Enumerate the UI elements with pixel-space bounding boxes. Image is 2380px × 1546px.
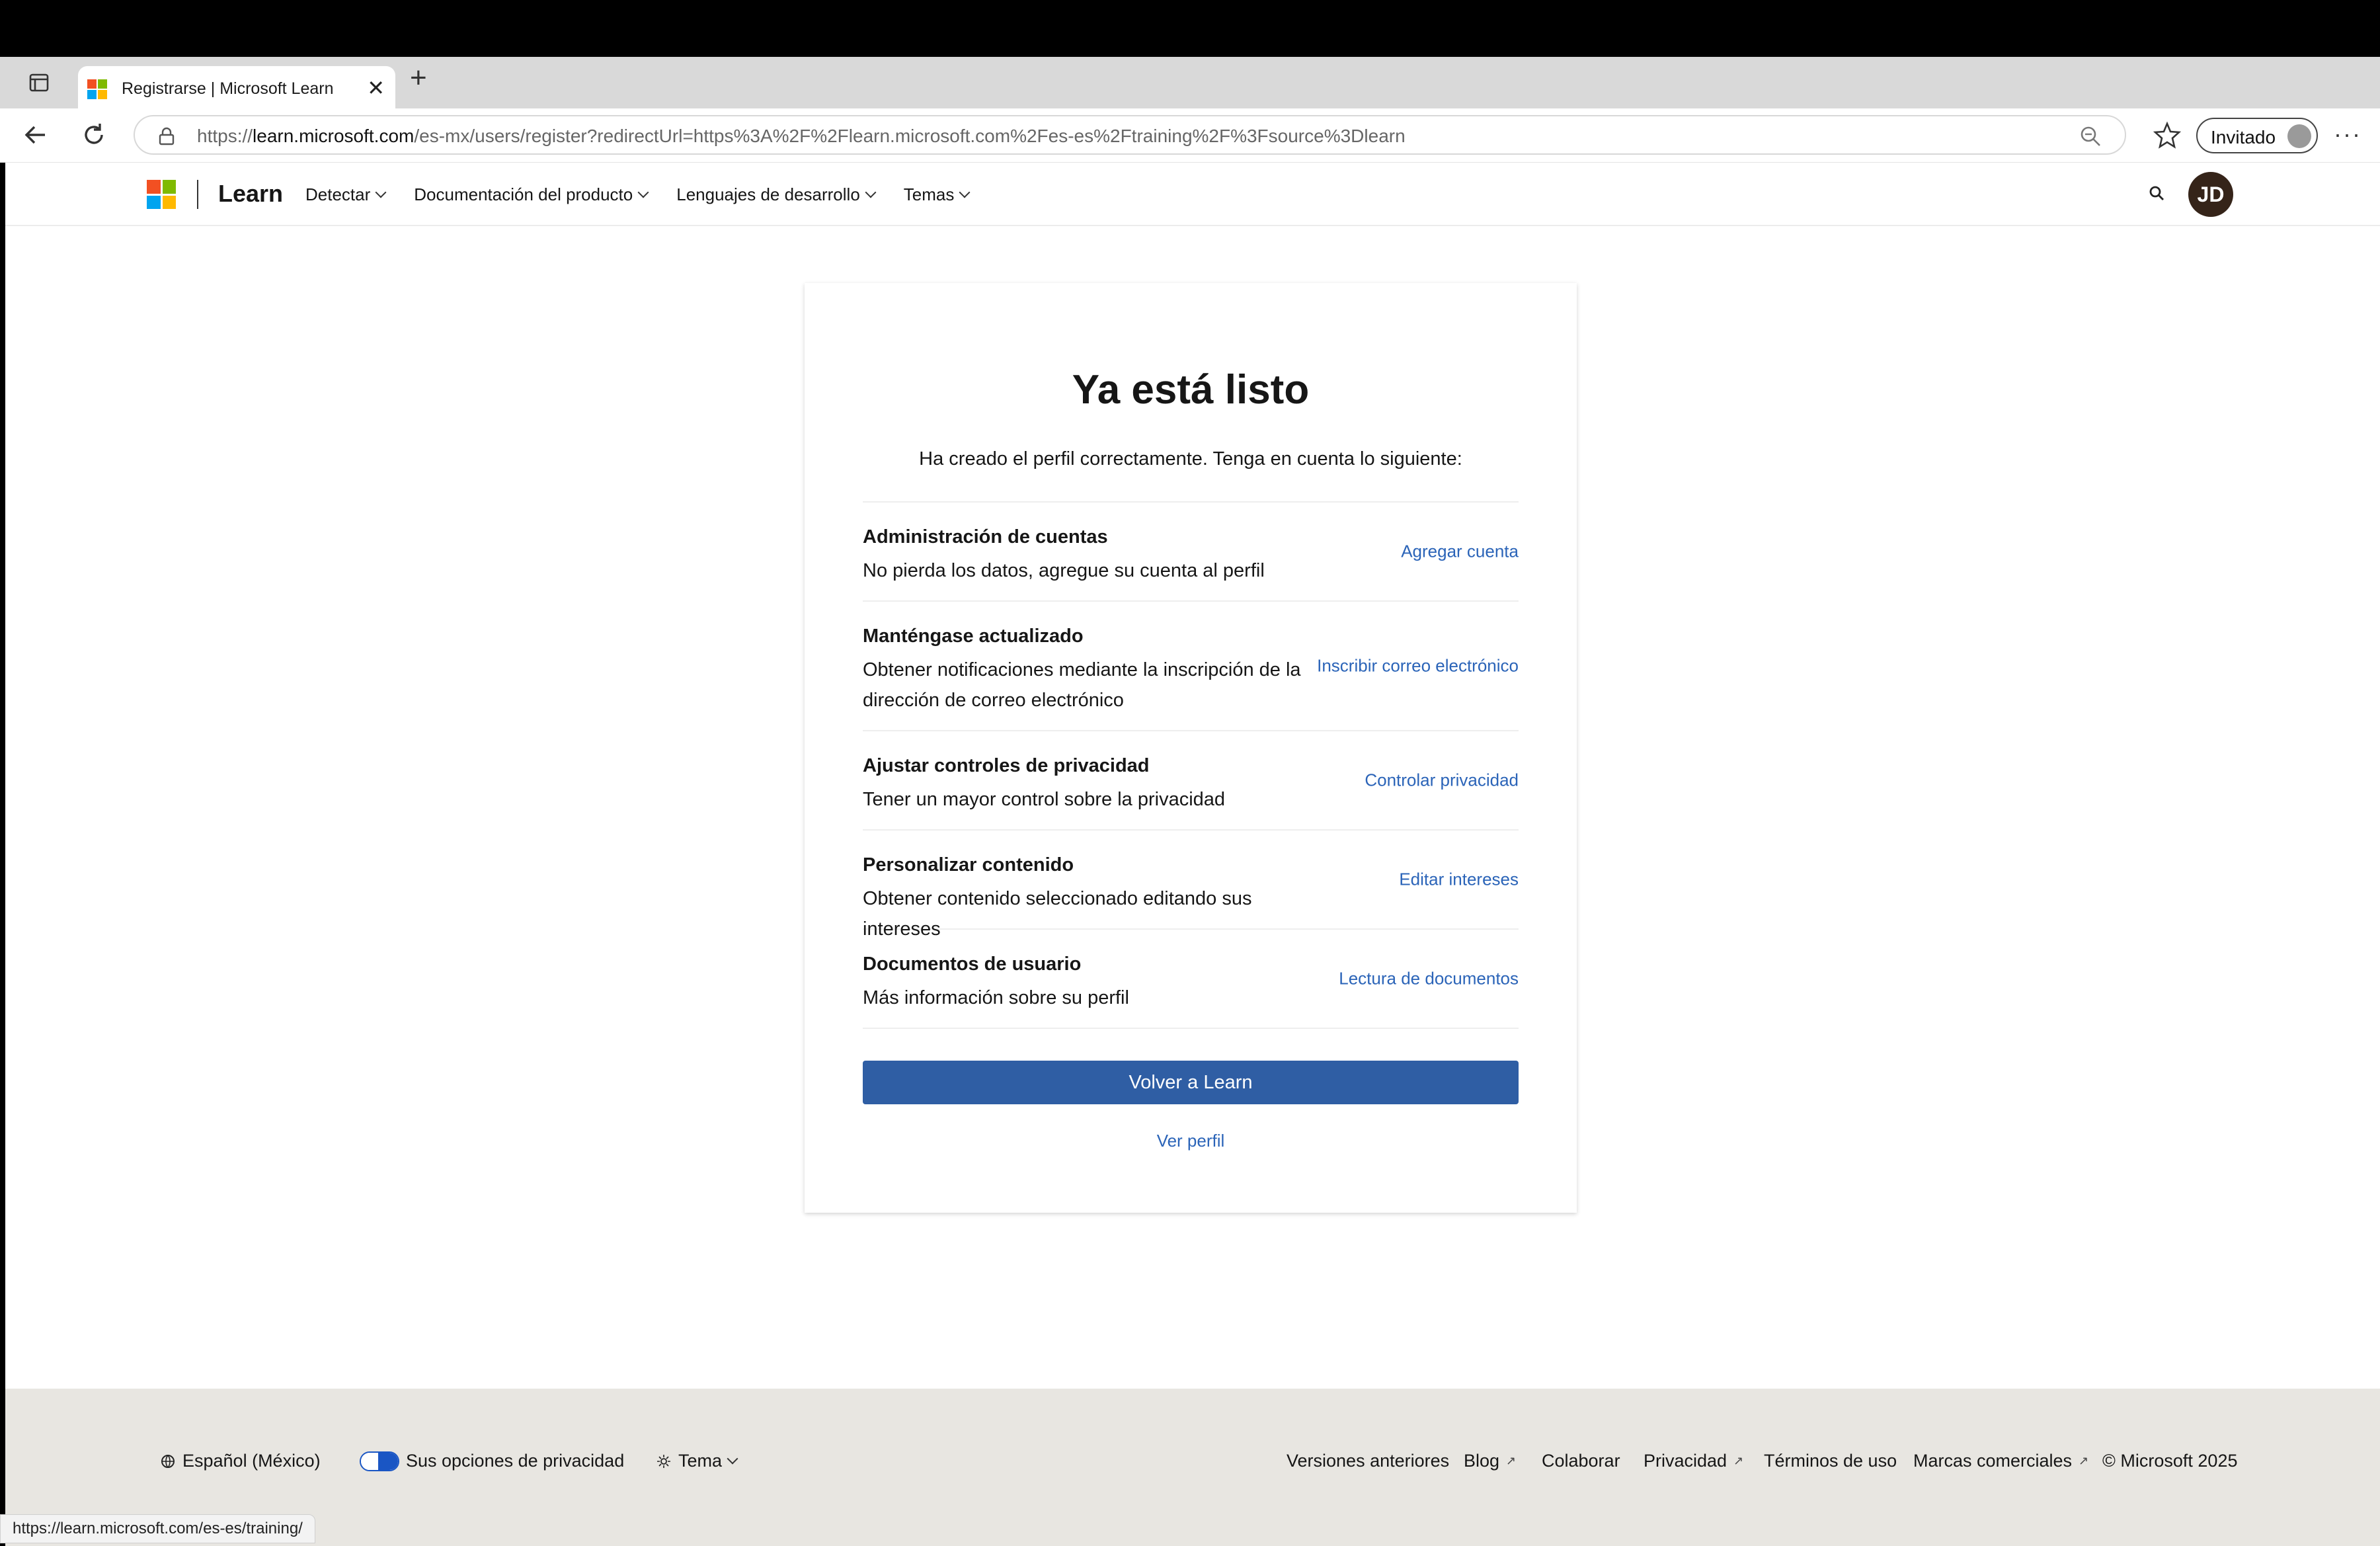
nav-item-documentacion[interactable]: Documentación del producto [414,184,649,205]
logo-divider [197,180,198,209]
edit-interests-link[interactable]: Editar intereses [1399,870,1519,890]
footer-link-terms[interactable]: Términos de uso [1764,1451,1897,1471]
favorites-star-icon[interactable] [2153,120,2182,149]
footer-link-previous-versions[interactable]: Versiones anteriores [1287,1451,1449,1471]
globe-icon [161,1454,175,1468]
site-header: Learn Detectar Documentación del product… [5,163,2380,226]
link-hover-status: https://learn.microsoft.com/es-es/traini… [0,1514,315,1543]
microsoft-logo-icon[interactable] [147,180,176,209]
privacy-toggle-icon [360,1451,399,1471]
site-footer: Español (México) Sus opciones de privaci… [5,1389,2380,1546]
web-page: Learn Detectar Documentación del product… [5,163,2380,1546]
url-input[interactable]: https://learn.microsoft.com/es-mx/users/… [134,115,2126,155]
nav-item-lenguajes[interactable]: Lenguajes de desarrollo [676,184,877,205]
guest-avatar-icon [2287,124,2311,148]
microsoft-favicon-icon [87,79,107,99]
search-icon[interactable] [2147,184,2167,204]
theme-selector[interactable]: Tema [656,1451,738,1471]
list-item: Ajustar controles de privacidad Tener un… [863,731,1519,831]
user-avatar[interactable]: JD [2188,172,2233,217]
tab-actions-icon[interactable] [28,71,50,94]
list-item: Manténgase actualizado Obtener notificac… [863,602,1519,731]
sun-icon [657,1454,670,1468]
footer-link-trademarks[interactable]: Marcas comerciales ↗ [1913,1451,2088,1471]
external-link-icon: ↗ [1506,1454,1517,1467]
lock-icon[interactable] [159,127,175,145]
privacy-controls-link[interactable]: Controlar privacidad [1365,770,1519,791]
copyright-text: © Microsoft 2025 [2102,1451,2238,1471]
view-profile-link[interactable]: Ver perfil [805,1131,1577,1151]
external-link-icon: ↗ [2079,1454,2089,1467]
more-menu-icon[interactable]: ··· [2334,120,2361,148]
chevron-down-icon [865,186,877,198]
back-arrow-icon[interactable] [21,120,50,149]
list-item: Documentos de usuario Más información so… [863,930,1519,1029]
url-text: https://learn.microsoft.com/es-mx/users/… [197,126,1406,146]
browser-tab-strip: Registrarse | Microsoft Learn ✕ [0,57,2380,108]
success-card: Ya está listo Ha creado el perfil correc… [805,283,1577,1213]
chevron-down-icon [375,186,387,198]
back-to-learn-button[interactable]: Volver a Learn [863,1061,1519,1104]
list-item: Administración de cuentas No pierda los … [863,503,1519,602]
nav-item-detectar[interactable]: Detectar [305,184,387,205]
page-title: Ya está listo [1072,367,1310,413]
browser-tab-active[interactable]: Registrarse | Microsoft Learn ✕ [78,66,395,108]
learn-brand-link[interactable]: Learn [218,180,283,208]
add-account-link[interactable]: Agregar cuenta [1401,542,1519,562]
profile-button[interactable]: Invitado [2196,118,2318,153]
list-item: Personalizar contenido Obtener contenido… [863,831,1519,940]
next-steps-list: Administración de cuentas No pierda los … [863,501,1519,1029]
profile-label: Invitado [2211,127,2276,147]
zoom-icon[interactable] [2079,124,2102,148]
reload-icon[interactable] [79,120,108,149]
footer-link-blog[interactable]: Blog ↗ [1464,1451,1516,1471]
chevron-down-icon [727,1453,738,1464]
close-tab-icon[interactable]: ✕ [367,75,385,101]
main-nav: Detectar Documentación del producto Leng… [305,184,971,205]
page-subtitle: Ha creado el perfil correctamente. Tenga… [919,448,1462,469]
nav-item-temas[interactable]: Temas [904,184,971,205]
tab-title: Registrarse | Microsoft Learn [122,79,334,98]
footer-link-contribute[interactable]: Colaborar [1542,1451,1620,1471]
footer-link-privacy[interactable]: Privacidad ↗ [1644,1451,1743,1471]
privacy-choices-link[interactable]: Sus opciones de privacidad [360,1451,624,1471]
browser-address-bar: https://learn.microsoft.com/es-mx/users/… [0,108,2380,163]
new-tab-button[interactable]: + [410,63,427,93]
chevron-down-icon [637,186,649,198]
subscribe-email-link[interactable]: Inscribir correo electrónico [1317,656,1519,676]
external-link-icon: ↗ [1733,1454,1744,1467]
read-docs-link[interactable]: Lectura de documentos [1339,969,1519,989]
screen-top-bar [0,0,2380,57]
chevron-down-icon [959,186,971,198]
language-selector[interactable]: Español (México) [160,1451,321,1471]
